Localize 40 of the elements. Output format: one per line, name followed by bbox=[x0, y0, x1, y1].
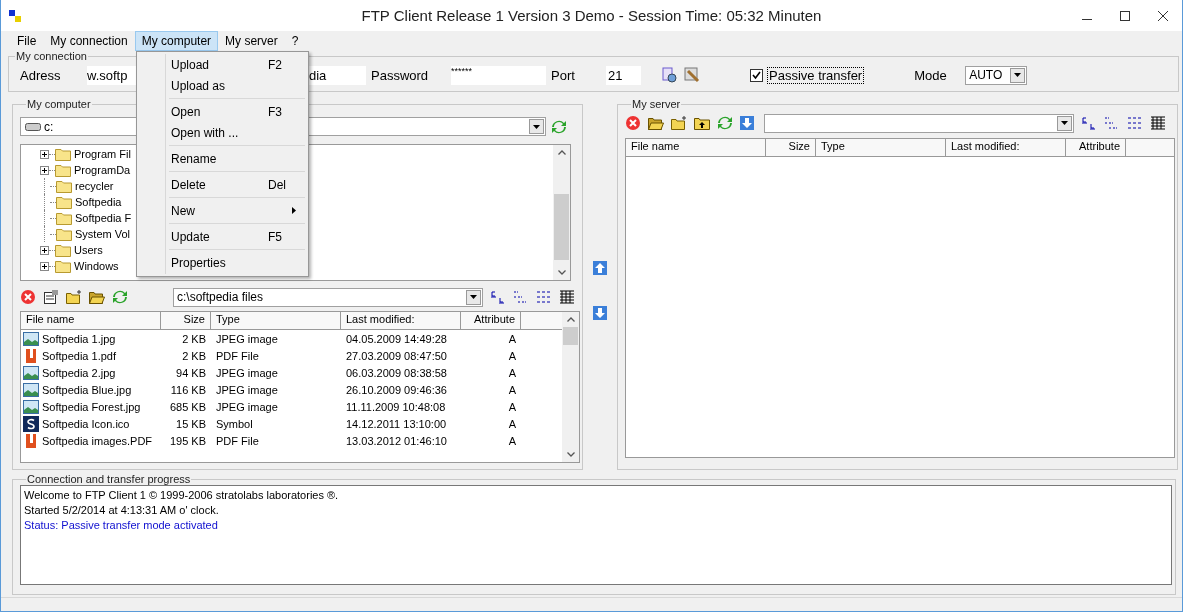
table-cell-text: 2 KB bbox=[181, 349, 207, 362]
group-title: My connection bbox=[15, 50, 88, 62]
window-title: FTP Client Release 1 Version 3 Demo - Session Time: 05:32 Minuten bbox=[360, 7, 823, 24]
table-cell-text: PDF File bbox=[215, 434, 260, 447]
table-cell-text: JPEG image bbox=[215, 366, 279, 379]
table-cell-text: 11.11.2009 10:48:08 bbox=[345, 400, 447, 413]
table-cell-text: A bbox=[507, 383, 517, 396]
field-label: Password bbox=[371, 67, 430, 83]
table-cell-text: JPEG image bbox=[215, 332, 279, 345]
group-title: Connection and transfer progress bbox=[26, 473, 192, 485]
table-cell-text: 13.03.2012 01:46:10 bbox=[345, 434, 448, 447]
log-line: Started 5/2/2014 at 4:13:31 AM o' clock. bbox=[24, 503, 220, 518]
field-label: Port bbox=[551, 67, 576, 83]
table-cell-text: Symbol bbox=[215, 417, 254, 430]
table-cell-text: JPEG image bbox=[215, 400, 279, 413]
table-cell-text: 15 KB bbox=[175, 417, 207, 430]
table-cell-text: A bbox=[507, 349, 517, 362]
table-cell-text: A bbox=[507, 366, 517, 379]
table-cell-text: 27.03.2009 08:47:50 bbox=[345, 349, 448, 362]
table-cell-text: A bbox=[507, 417, 517, 430]
log-line: Welcome to FTP Client 1 © 1999-2006 stratolabs laboratories ®. bbox=[24, 488, 340, 503]
table-cell-text: 06.03.2009 08:38:58 bbox=[345, 366, 448, 379]
field-label: Mode bbox=[914, 67, 948, 83]
log-line: Status: Passive transfer mode activated bbox=[24, 518, 219, 533]
table-cell-text: 195 KB bbox=[168, 434, 207, 447]
table-cell-text: 94 KB bbox=[175, 366, 207, 379]
table-cell-text: 04.05.2009 14:49:28 bbox=[345, 332, 448, 345]
table-cell-text: A bbox=[507, 400, 517, 413]
table-cell-text: 685 KB bbox=[168, 400, 207, 413]
table-cell-text: A bbox=[507, 332, 517, 345]
table-cell-text: 2 KB bbox=[181, 332, 207, 345]
table-cell-text: 116 KB bbox=[169, 383, 207, 396]
table-cell-text: 26.10.2009 09:46:36 bbox=[345, 383, 448, 396]
group-title: My server bbox=[631, 98, 682, 110]
table-cell-text: JPEG image bbox=[215, 383, 279, 396]
table-cell-text: A bbox=[507, 434, 517, 447]
group-title: My computer bbox=[26, 98, 92, 110]
table-cell-text: 14.12.2011 13:10:00 bbox=[345, 417, 448, 430]
field-label: Adress bbox=[20, 67, 62, 83]
table-cell-text: PDF File bbox=[215, 349, 260, 362]
